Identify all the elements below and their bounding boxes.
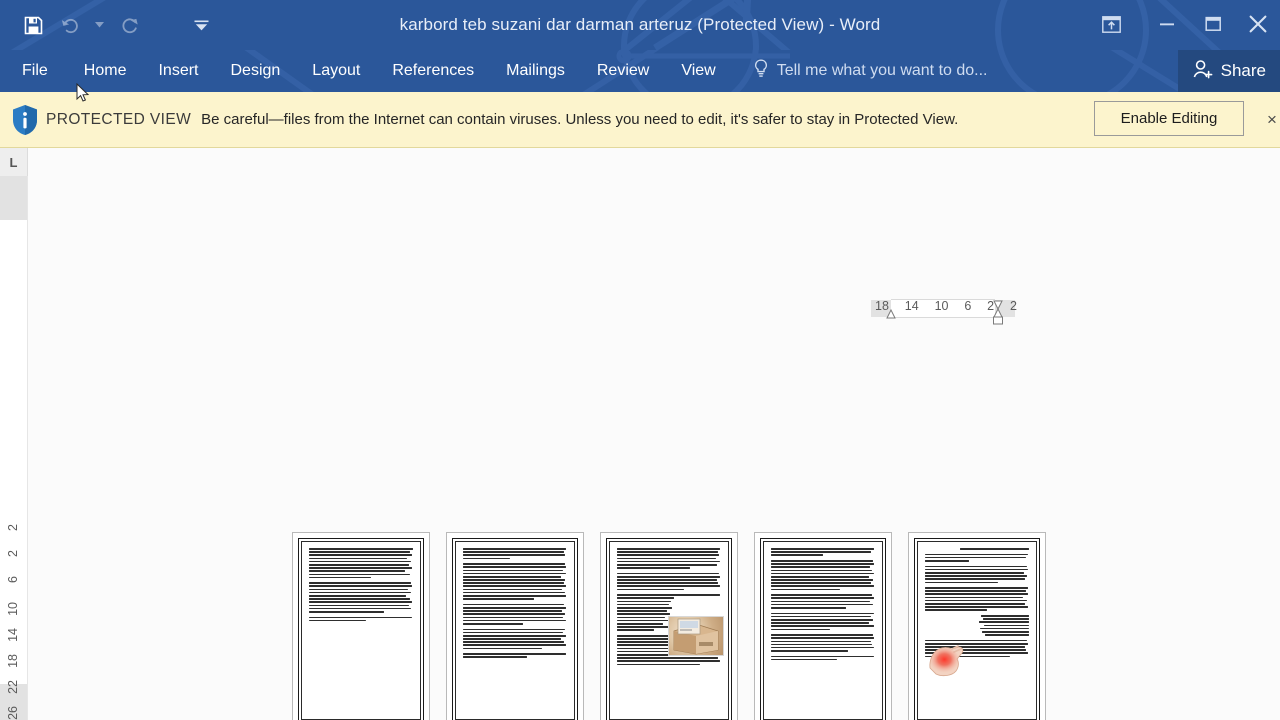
vertical-ruler[interactable]: 2 2 6 10 14 18 22 26 — [0, 176, 28, 720]
paragraph — [771, 634, 875, 652]
tell-me-box[interactable]: Tell me what you want to do... — [754, 59, 988, 83]
page-thumbnail[interactable] — [292, 532, 430, 720]
minimize-icon[interactable] — [1144, 1, 1190, 47]
lightbulb-icon — [754, 59, 768, 83]
page-content-2 — [455, 541, 575, 720]
page-thumbnail-strip — [292, 532, 1046, 720]
paragraph — [925, 553, 1029, 562]
paragraph — [771, 594, 875, 609]
save-icon[interactable] — [18, 10, 48, 40]
page-text-block — [771, 548, 875, 713]
paragraph — [771, 559, 875, 591]
page-text-block — [309, 548, 413, 713]
protected-view-message: Be careful—files from the Internet can c… — [201, 111, 959, 128]
share-person-icon — [1192, 59, 1213, 84]
page-text-block — [925, 548, 1029, 713]
paragraph — [463, 563, 567, 600]
info-shield-icon — [8, 101, 42, 139]
paragraph — [309, 582, 413, 613]
page-thumbnail[interactable] — [908, 532, 1046, 720]
restore-icon[interactable] — [1190, 1, 1236, 47]
customize-quick-access-icon[interactable] — [186, 10, 216, 40]
paragraph — [925, 587, 1029, 611]
page-border-outer — [452, 538, 578, 720]
undo-dropdown-chevron-icon[interactable] — [90, 10, 108, 40]
tab-mailings[interactable]: Mailings — [490, 50, 581, 92]
document-workspace: L 18 14 10 6 2 2 2 2 6 10 14 18 22 26 — [0, 148, 1280, 720]
window-controls — [1088, 0, 1280, 48]
close-protected-view-icon[interactable]: × — [1260, 110, 1280, 130]
paragraph — [771, 612, 875, 631]
tab-stop-selector[interactable]: L — [0, 148, 28, 177]
page-thumbnail[interactable] — [446, 532, 584, 720]
vruler-margin-top — [0, 176, 27, 220]
tab-references[interactable]: References — [376, 50, 490, 92]
page-border-outer — [914, 538, 1040, 720]
embedded-image-product-box — [668, 616, 724, 656]
paragraph — [463, 603, 567, 625]
paragraph — [309, 548, 413, 579]
paragraph — [925, 565, 1029, 584]
tab-insert[interactable]: Insert — [142, 50, 214, 92]
page-content-5 — [917, 541, 1037, 720]
tab-design[interactable]: Design — [214, 50, 296, 92]
quick-access-toolbar — [0, 0, 216, 50]
page-border-outer — [298, 538, 424, 720]
title-bar: karbord teb suzani dar darman arteruz (P… — [0, 0, 1280, 50]
undo-icon[interactable] — [54, 10, 84, 40]
page-border-outer — [760, 538, 886, 720]
vruler-tick: 2 — [6, 550, 20, 557]
paragraph — [925, 548, 1029, 550]
paragraph — [617, 572, 721, 591]
tab-file[interactable]: File — [0, 50, 68, 92]
protected-view-bar: PROTECTED VIEW Be careful—files from the… — [0, 92, 1280, 148]
embedded-image-red-hand — [924, 638, 968, 682]
vruler-tick: 10 — [6, 602, 20, 616]
tab-review[interactable]: Review — [581, 50, 665, 92]
page-content-3 — [609, 541, 729, 720]
word-window: karbord teb suzani dar darman arteruz (P… — [0, 0, 1280, 720]
page-thumbnail[interactable] — [754, 532, 892, 720]
enable-editing-button[interactable]: Enable Editing — [1094, 101, 1244, 136]
vruler-tick: 26 — [6, 706, 20, 720]
tab-home[interactable]: Home — [68, 50, 143, 92]
paragraph — [617, 548, 721, 569]
ribbon-display-options-icon[interactable] — [1088, 1, 1134, 47]
page-content-4 — [763, 541, 883, 720]
vruler-tick: 18 — [6, 654, 20, 668]
vruler-tick: 2 — [6, 524, 20, 531]
page-content-1 — [301, 541, 421, 720]
paragraph — [463, 628, 567, 650]
paragraph — [771, 548, 875, 556]
paragraph — [463, 548, 567, 560]
vruler-tick: 22 — [6, 680, 20, 694]
paragraph — [925, 615, 1029, 636]
share-button[interactable]: Share — [1177, 50, 1280, 92]
close-icon[interactable] — [1236, 1, 1280, 47]
redo-icon[interactable] — [114, 10, 144, 40]
tab-layout[interactable]: Layout — [296, 50, 376, 92]
page-thumbnail[interactable] — [600, 532, 738, 720]
page-border-outer — [606, 538, 732, 720]
protected-view-badge: PROTECTED VIEW — [46, 110, 192, 128]
vruler-tick: 6 — [6, 576, 20, 583]
vruler-tick: 14 — [6, 628, 20, 642]
ribbon-tab-strip: File Home Insert Design Layout Reference… — [0, 50, 1280, 92]
page-text-block — [463, 548, 567, 713]
tell-me-placeholder: Tell me what you want to do... — [776, 62, 988, 79]
paragraph — [309, 616, 413, 622]
share-label: Share — [1220, 61, 1266, 80]
ruler-indent-markers[interactable] — [871, 296, 1021, 328]
paragraph — [463, 653, 567, 659]
tab-view[interactable]: View — [665, 50, 731, 92]
paragraph — [771, 655, 875, 661]
tab-stop-left-icon: L — [9, 154, 18, 170]
